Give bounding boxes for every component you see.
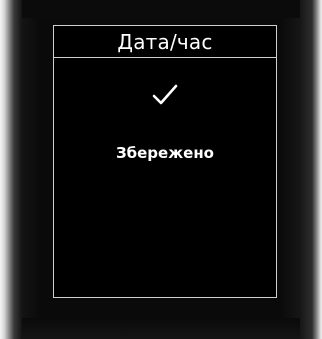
checkmark-icon bbox=[54, 84, 276, 111]
screen-title: Дата/час bbox=[54, 26, 276, 58]
device-bezel-bottom bbox=[22, 318, 300, 339]
display-screen: Дата/час Збережено bbox=[53, 25, 277, 298]
phone-device: Дата/час Збережено bbox=[0, 0, 322, 339]
device-bezel-top bbox=[22, 0, 300, 18]
saved-status-text: Збережено bbox=[116, 144, 214, 162]
